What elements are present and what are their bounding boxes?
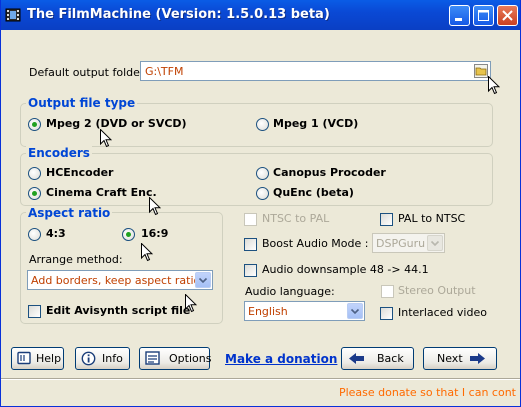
output-folder-label: Default output folder: [29,66,148,79]
audio-downsample-label[interactable]: Audio downsample 48 -> 44.1 [262,263,429,276]
arrow-right-icon [470,353,485,364]
mouse-cursor-icon [185,294,197,313]
arrange-method-value: Add borders, keep aspect ratio [31,274,201,287]
ntsc-to-pal-label: NTSC to PAL [262,212,330,225]
title-bar[interactable]: The FilmMachine (Version: 1.5.0.13 beta) [1,0,520,30]
help-book-icon [17,351,31,365]
output-folder-value: G:\TFM [145,65,184,78]
hcencoder-label[interactable]: HCEncoder [46,166,113,179]
boost-audio-value: DSPGuru [376,237,426,250]
output-folder-field[interactable]: G:\TFM [140,61,491,81]
output-file-type-title: Output file type [26,96,138,110]
back-button[interactable]: Back [341,347,414,370]
folder-icon [475,67,487,76]
canopus-procoder-radio[interactable] [256,167,269,180]
mpeg2-label[interactable]: Mpeg 2 (DVD or SVCD) [46,117,187,130]
info-button[interactable]: Info [75,347,130,370]
aspect-16-9-radio[interactable] [122,228,135,241]
mpeg1-radio[interactable] [256,118,269,131]
next-button[interactable]: Next [423,347,497,370]
interlaced-video-checkbox[interactable] [380,307,393,320]
options-button[interactable]: Options [139,347,212,370]
mouse-cursor-icon [488,76,500,95]
interlaced-video-label[interactable]: Interlaced video [398,306,487,319]
chevron-down-icon[interactable] [347,303,363,319]
minimize-button[interactable] [449,5,470,26]
audio-language-label: Audio language: [245,285,335,298]
main-window: The FilmMachine (Version: 1.5.0.13 beta)… [0,0,521,407]
window-title: The FilmMachine (Version: 1.5.0.13 beta) [27,7,330,22]
pal-to-ntsc-checkbox[interactable] [380,213,393,226]
status-divider [1,378,520,380]
canopus-procoder-label[interactable]: Canopus Procoder [273,166,386,179]
cinema-craft-label[interactable]: Cinema Craft Enc. [46,186,157,199]
pal-to-ntsc-label[interactable]: PAL to NTSC [398,212,465,225]
boost-audio-select[interactable]: DSPGuru [372,233,445,253]
mpeg1-label[interactable]: Mpeg 1 (VCD) [273,117,358,130]
help-button[interactable]: Help [11,347,64,370]
minimize-icon [455,18,462,21]
audio-language-value: English [248,305,288,318]
browse-folder-button[interactable] [474,64,488,78]
close-icon [502,10,513,21]
quenc-radio[interactable] [256,187,269,200]
aspect-16-9-label[interactable]: 16:9 [141,227,168,240]
next-label: Next [437,352,463,365]
aspect-4-3-label[interactable]: 4:3 [46,227,66,240]
chevron-down-icon[interactable] [195,272,211,288]
boost-audio-label[interactable]: Boost Audio Mode : [262,237,368,250]
audio-language-select[interactable]: English [244,301,365,321]
stereo-output-label: Stereo Output [398,284,476,297]
arrange-method-select[interactable]: Add borders, keep aspect ratio [27,270,213,290]
info-icon [81,351,96,366]
info-label: Info [102,352,123,365]
maximize-button[interactable] [473,5,494,26]
options-icon [145,351,160,365]
edit-avisynth-label[interactable]: Edit Avisynth script file [46,304,190,317]
mouse-cursor-icon [100,129,112,148]
aspect-4-3-radio[interactable] [28,228,41,241]
film-icon [5,8,21,22]
help-label: Help [36,352,62,365]
encoders-title: Encoders [26,146,92,160]
ntsc-to-pal-checkbox[interactable] [244,213,257,226]
boost-audio-checkbox[interactable] [244,238,257,251]
maximize-icon [478,10,489,21]
status-text: Please donate so that I can cont [338,386,516,399]
back-label: Back [377,352,404,365]
arrow-left-icon [349,353,364,364]
chevron-down-icon[interactable] [427,235,443,251]
arrange-method-label: Arrange method: [29,253,123,266]
status-bar: Please donate so that I can cont [1,381,520,405]
close-button[interactable] [497,5,518,26]
cinema-craft-radio[interactable] [28,187,41,200]
edit-avisynth-checkbox[interactable] [28,305,41,318]
hcencoder-radio[interactable] [28,167,41,180]
quenc-label[interactable]: QuEnc (beta) [273,186,354,199]
mouse-cursor-icon [149,197,161,216]
mpeg2-radio[interactable] [28,118,41,131]
aspect-ratio-title: Aspect ratio [26,206,113,220]
audio-downsample-checkbox[interactable] [244,264,257,277]
options-label: Options [169,352,212,365]
mouse-cursor-icon [141,243,153,262]
make-donation-link[interactable]: Make a donation [225,352,337,366]
stereo-output-checkbox[interactable] [381,285,394,298]
